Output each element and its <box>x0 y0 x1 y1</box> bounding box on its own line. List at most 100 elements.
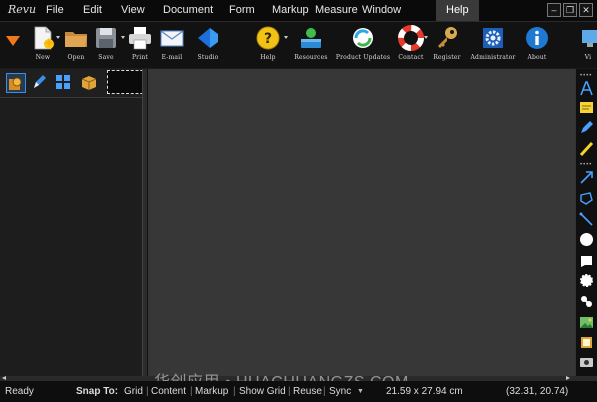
about-button[interactable]: About <box>522 25 552 65</box>
studio-label: Studio <box>197 54 219 61</box>
separator: | <box>233 386 236 397</box>
register-label: Register <box>433 54 461 61</box>
menu-bar: Revu File Edit View Document Form Markup… <box>0 0 597 22</box>
tab-layout[interactable] <box>54 73 72 91</box>
contact-dropdown-arrow[interactable] <box>424 36 428 39</box>
save-dropdown-arrow[interactable] <box>121 36 125 39</box>
snap-markup-toggle[interactable]: Markup <box>195 381 228 402</box>
camera-tool-icon[interactable] <box>579 354 594 369</box>
help-button[interactable]: ? Help <box>253 25 283 65</box>
sync-dropdown-icon[interactable]: ▼ <box>357 381 364 402</box>
info-icon <box>524 25 550 51</box>
email-label: E-mail <box>161 54 183 61</box>
restore-button[interactable]: ❐ <box>563 3 577 17</box>
contact-button[interactable]: Contact <box>396 25 426 65</box>
arrow-tool-icon[interactable] <box>579 170 594 185</box>
administrator-button[interactable]: Administrator <box>469 25 517 65</box>
status-text: Ready <box>5 386 34 397</box>
line-tool-icon[interactable] <box>579 212 594 227</box>
menu-edit[interactable]: Edit <box>76 0 109 21</box>
new-dropdown-arrow[interactable] <box>56 36 60 39</box>
attachment-tool-icon[interactable] <box>579 335 594 350</box>
pen-icon <box>34 75 46 88</box>
gear-icon <box>480 25 506 51</box>
help-label: Help <box>260 54 276 61</box>
grip-icon[interactable]: •••• <box>580 73 594 79</box>
minimize-button[interactable]: – <box>547 3 561 17</box>
stamp-tool-icon[interactable] <box>579 294 594 309</box>
folder-icon <box>63 25 89 51</box>
menu-view[interactable]: View <box>114 0 152 21</box>
scroll-right-arrow[interactable] <box>566 376 570 380</box>
app-logo[interactable]: Revu <box>8 3 36 16</box>
main-toolbar: New Open Save Print E-mail Studio ? Help… <box>0 22 597 68</box>
sync-toggle[interactable]: Sync <box>329 381 351 402</box>
quick-menu-icon[interactable] <box>6 36 20 46</box>
new-document-icon <box>30 25 56 51</box>
product-updates-label: Product Updates <box>335 54 391 61</box>
product-updates-icon <box>350 25 376 51</box>
contact-label: Contact <box>398 54 424 61</box>
polygon-tool-icon[interactable] <box>579 191 594 206</box>
menu-help[interactable]: Help <box>436 0 479 21</box>
right-toolbar: •••• •••• <box>575 69 597 376</box>
panel-body <box>0 97 142 377</box>
studio-icon <box>195 25 221 51</box>
show-grid-toggle[interactable]: Show Grid <box>239 381 286 402</box>
product-updates-button[interactable]: Product Updates <box>334 25 392 65</box>
separator: | <box>288 386 291 397</box>
email-button[interactable]: E-mail <box>157 25 187 65</box>
separator: | <box>190 386 193 397</box>
status-bar: Ready Snap To: Grid | Content | Markup |… <box>0 381 597 402</box>
cursor-coordinates: (32.31, 20.74) <box>506 386 569 397</box>
reuse-toggle[interactable]: Reuse <box>293 381 322 402</box>
shape-tool-icon[interactable] <box>579 253 594 268</box>
view-overflow-button[interactable]: Vi <box>578 25 597 65</box>
help-icon: ? <box>255 25 281 51</box>
overflow-label: Vi <box>584 54 592 61</box>
separator: | <box>323 386 326 397</box>
highlighter-icon[interactable] <box>579 141 594 157</box>
separator: | <box>146 386 149 397</box>
open-button[interactable]: Open <box>62 25 90 65</box>
document-canvas[interactable] <box>148 69 575 376</box>
image-tool-icon[interactable] <box>579 315 594 330</box>
circle-tool-icon[interactable] <box>579 232 594 247</box>
menu-form[interactable]: Form <box>222 0 262 21</box>
note-tool-icon[interactable] <box>579 100 594 115</box>
snap-content-toggle[interactable]: Content <box>151 381 186 402</box>
menu-file[interactable]: File <box>39 0 71 21</box>
thumbnails-icon <box>9 77 22 90</box>
close-button[interactable]: ✕ <box>579 3 593 17</box>
print-button[interactable]: Print <box>126 25 154 65</box>
tab-thumbnails[interactable] <box>6 73 26 93</box>
text-tool-icon[interactable] <box>579 81 594 96</box>
menu-document[interactable]: Document <box>156 0 220 21</box>
grid-icon <box>56 75 70 89</box>
grip-icon-2[interactable]: •••• <box>580 162 594 168</box>
menu-window[interactable]: Window <box>355 0 408 21</box>
svg-text:?: ? <box>264 31 272 47</box>
about-label: About <box>527 54 547 61</box>
resources-label: Resources <box>294 54 328 61</box>
tab-file-access[interactable] <box>80 73 98 91</box>
key-icon <box>434 25 460 51</box>
resources-button[interactable]: Resources <box>293 25 329 65</box>
resources-icon <box>298 25 324 51</box>
tab-markup-tools[interactable] <box>30 73 48 91</box>
panel-tabs <box>2 70 148 95</box>
save-label: Save <box>98 54 114 61</box>
snap-grid-toggle[interactable]: Grid <box>124 381 143 402</box>
new-button[interactable]: New <box>28 25 58 65</box>
scroll-left-arrow[interactable] <box>2 376 6 380</box>
floppy-disk-icon <box>93 25 119 51</box>
save-button[interactable]: Save <box>92 25 120 65</box>
cloud-tool-icon[interactable] <box>579 273 594 288</box>
help-dropdown-arrow[interactable] <box>284 36 288 39</box>
printer-icon <box>127 25 153 51</box>
page-size: 21.59 x 27.94 cm <box>386 386 463 397</box>
administrator-label: Administrator <box>470 54 516 61</box>
register-button[interactable]: Register <box>430 25 464 65</box>
pen-tool-icon[interactable] <box>579 120 594 135</box>
studio-button[interactable]: Studio <box>193 25 223 65</box>
